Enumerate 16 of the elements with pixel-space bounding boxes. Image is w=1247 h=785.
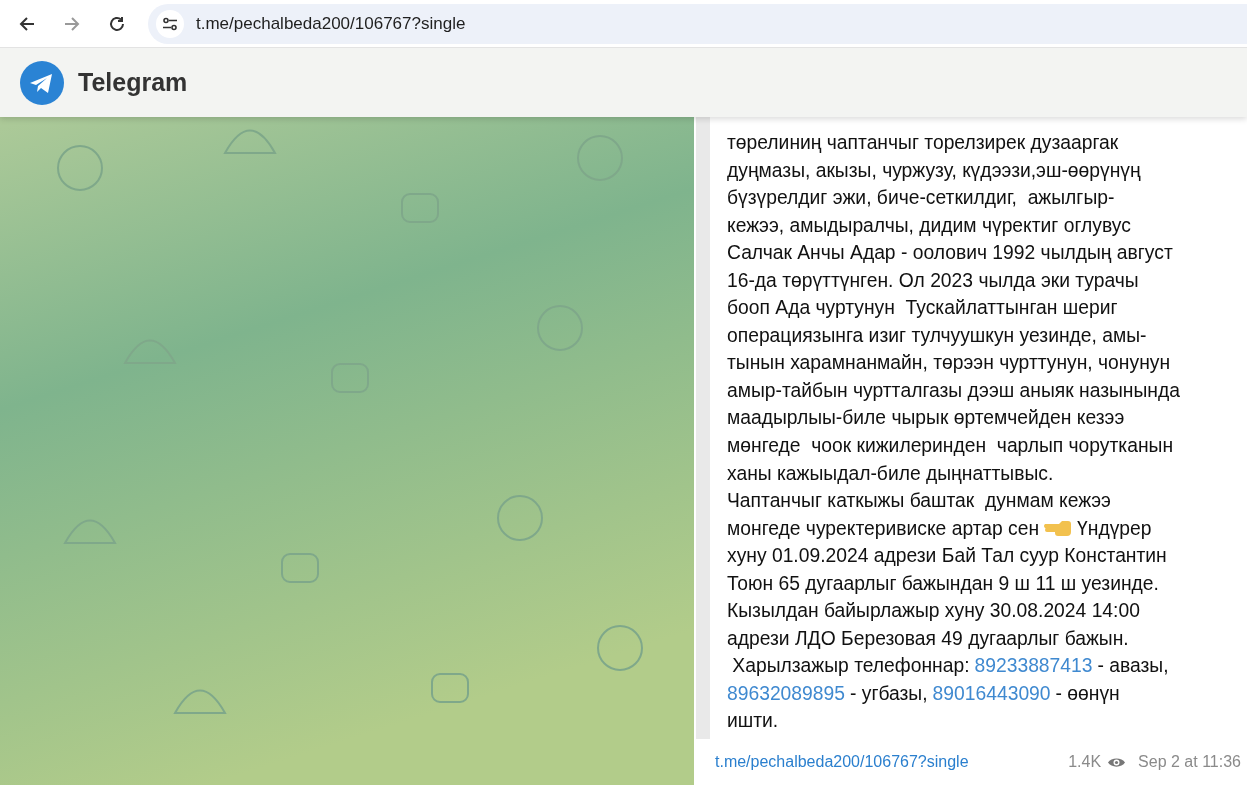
phone-link[interactable]: 89233887413 [974,652,1093,680]
forward-arrow-icon[interactable] [63,14,81,33]
telegram-logo-icon [20,60,64,105]
eye-icon [1107,755,1127,769]
phone-link[interactable]: 89016443090 [932,679,1051,708]
post-date: Sep 2 at 11:36 [1138,753,1241,771]
reload-icon[interactable] [108,14,126,33]
url-text: t.me/pechalbeda200/106767?single [196,13,466,34]
view-count: 1.4K [1068,753,1102,771]
phone-link[interactable]: 89632089895 [727,679,845,708]
back-arrow-icon[interactable] [18,14,36,33]
post-link[interactable]: t.me/pechalbeda200/106767?single [715,753,1065,771]
site-settings-icon[interactable] [156,9,184,38]
app-title: Telegram [78,68,188,97]
pointing-hand-icon [1044,519,1073,538]
address-bar[interactable]: t.me/pechalbeda200/106767?single [148,3,1247,44]
